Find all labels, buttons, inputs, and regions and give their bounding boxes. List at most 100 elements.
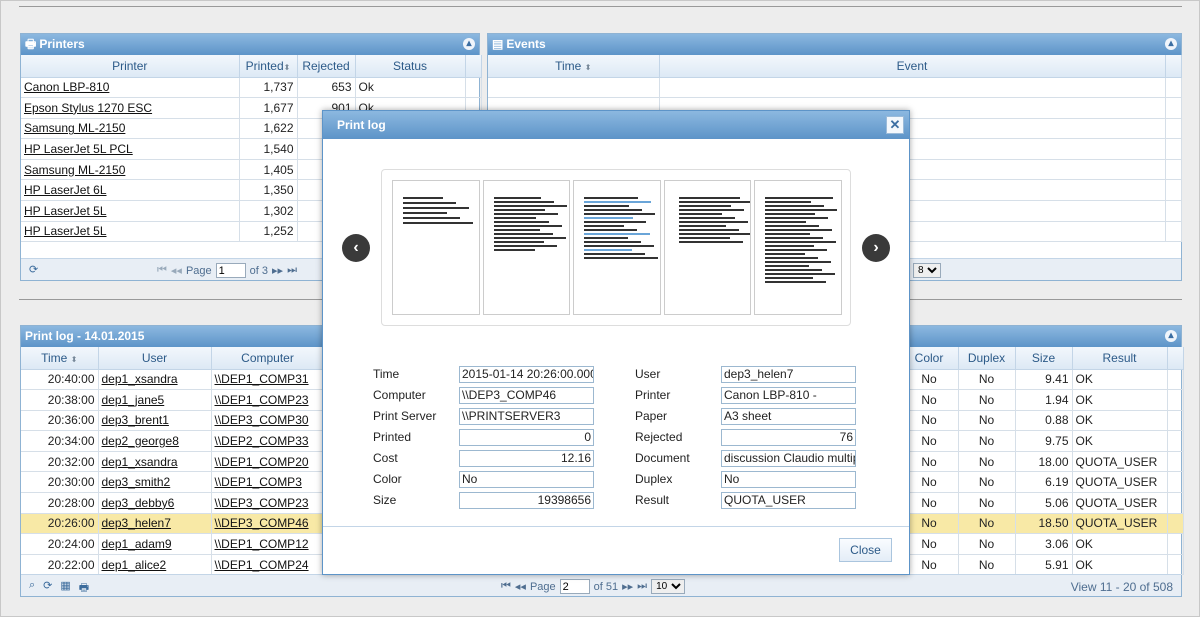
time-cell: 20:38:00	[21, 389, 99, 411]
col-duplex[interactable]: Duplex	[958, 347, 1016, 370]
computer-link[interactable]: \\DEP1_COMP24	[211, 554, 325, 576]
printer-name[interactable]: Canon LBP-810	[21, 77, 240, 99]
result-cell: OK	[1072, 554, 1168, 576]
collapse-icon[interactable]: ▴	[1165, 38, 1177, 50]
col-result[interactable]: Result	[1072, 347, 1168, 370]
prev-page-icon[interactable]: ◂◂	[171, 264, 182, 277]
search-icon[interactable]: ⌕	[29, 579, 35, 598]
field-value[interactable]: QUOTA_USER	[721, 491, 856, 509]
printer-name[interactable]: HP LaserJet 5L PCL	[21, 138, 240, 160]
printer-name[interactable]: Epson Stylus 1270 ESC	[21, 97, 240, 119]
user-link[interactable]: dep1_xsandra	[98, 369, 212, 391]
last-page-icon[interactable]: ⏭	[287, 264, 297, 277]
user-link[interactable]: dep1_xsandra	[98, 451, 212, 473]
export-icon[interactable]: ▦	[60, 579, 70, 598]
scroll-cell	[1167, 410, 1184, 432]
first-page-icon[interactable]: ⏮	[157, 264, 167, 277]
user-link[interactable]: dep3_helen7	[98, 513, 212, 535]
col-time[interactable]: Time ⬍	[488, 55, 660, 78]
field-value[interactable]: dep3_helen7	[721, 365, 856, 383]
carousel-prev-icon[interactable]: ‹	[342, 234, 370, 262]
collapse-icon[interactable]: ▴	[463, 38, 475, 50]
page-size-select[interactable]: 8	[913, 263, 941, 278]
page-count: of 51	[593, 580, 619, 593]
field-value[interactable]: \\DEP3_COMP46	[459, 386, 594, 404]
col-printer[interactable]: Printer	[21, 55, 240, 78]
computer-link[interactable]: \\DEP3_COMP23	[211, 492, 325, 514]
thumbnail-line	[765, 269, 823, 271]
thumbnail-line	[403, 222, 473, 224]
page-thumbnail[interactable]	[392, 180, 480, 315]
printer-name[interactable]: Samsung ML-2150	[21, 159, 240, 181]
first-page-icon[interactable]: ⏮	[501, 580, 511, 593]
thumbnail-line	[765, 233, 811, 235]
user-link[interactable]: dep2_george8	[98, 430, 212, 452]
printer-name[interactable]: HP LaserJet 6L	[21, 179, 240, 202]
computer-link[interactable]: \\DEP1_COMP20	[211, 451, 325, 473]
last-page-icon[interactable]: ⏭	[637, 580, 647, 593]
field-value[interactable]: 2015-01-14 20:26:00.000	[459, 365, 594, 383]
carousel-next-icon[interactable]: ›	[862, 234, 890, 262]
field-value[interactable]: 19398656	[459, 491, 594, 509]
field-value[interactable]: A3 sheet	[721, 407, 856, 425]
printer-name[interactable]: Samsung ML-2150	[21, 118, 240, 140]
page-size-select[interactable]: 10	[651, 579, 686, 594]
computer-link[interactable]: \\DEP3_COMP30	[211, 410, 325, 432]
col-printed[interactable]: Printed⬍	[239, 55, 298, 78]
refresh-icon[interactable]: ⟳	[29, 263, 38, 276]
printlog-pager: ⌕ ⟳ ▦ 🖶 ⏮ ◂◂ Page of 51 ▸▸ ⏭ 10 View 11 …	[21, 574, 1181, 596]
page-input[interactable]	[559, 579, 590, 594]
page-thumbnail[interactable]	[663, 180, 752, 315]
dialog-title: Print log	[337, 118, 386, 132]
print-icon[interactable]: 🖶	[79, 579, 89, 598]
page-thumbnail[interactable]	[754, 180, 842, 315]
col-rejected[interactable]: Rejected	[297, 55, 356, 78]
field-value[interactable]: 12.16	[459, 449, 594, 467]
computer-link[interactable]: \\DEP3_COMP46	[211, 513, 325, 535]
user-link[interactable]: dep3_brent1	[98, 410, 212, 432]
next-page-icon[interactable]: ▸▸	[272, 264, 283, 277]
table-row[interactable]: Canon LBP-810 1,737 653 Ok	[21, 77, 482, 99]
col-size[interactable]: Size	[1015, 347, 1073, 370]
printer-name[interactable]: HP LaserJet 5L	[21, 221, 240, 243]
computer-link[interactable]: \\DEP1_COMP12	[211, 533, 325, 555]
time-cell: 20:28:00	[21, 492, 99, 514]
col-time[interactable]: Time ⬍	[21, 347, 99, 370]
user-link[interactable]: dep1_jane5	[98, 389, 212, 411]
col-event[interactable]: Event	[659, 55, 1166, 78]
scroll-cell	[1167, 492, 1184, 514]
page-thumbnail[interactable]	[482, 180, 571, 315]
col-user[interactable]: User	[98, 347, 212, 370]
close-button[interactable]: Close	[839, 538, 892, 562]
user-link[interactable]: dep3_debby6	[98, 492, 212, 514]
field-value[interactable]: \\PRINTSERVER3	[459, 407, 594, 425]
thumbnail-line	[403, 207, 469, 209]
refresh-icon[interactable]: ⟳	[43, 579, 52, 598]
col-status[interactable]: Status	[355, 55, 466, 78]
field-value[interactable]: discussion Claudio multipl	[721, 449, 856, 467]
printer-name[interactable]: HP LaserJet 5L	[21, 200, 240, 222]
field-value[interactable]: No	[721, 470, 856, 488]
collapse-icon[interactable]: ▴	[1165, 330, 1177, 342]
thumbnail-line	[765, 209, 838, 211]
page-thumbnail[interactable]	[573, 180, 661, 315]
field-value[interactable]: No	[459, 470, 594, 488]
page-input[interactable]	[215, 263, 246, 278]
duplex-cell: No	[958, 533, 1016, 555]
prev-page-icon[interactable]: ◂◂	[515, 580, 526, 593]
computer-link[interactable]: \\DEP1_COMP23	[211, 389, 325, 411]
close-icon[interactable]: ✕	[886, 116, 904, 134]
col-computer[interactable]: Computer	[211, 347, 325, 370]
user-link[interactable]: dep1_alice2	[98, 554, 212, 576]
computer-link[interactable]: \\DEP2_COMP33	[211, 430, 325, 452]
field-value[interactable]: 0	[459, 428, 594, 446]
next-page-icon[interactable]: ▸▸	[622, 580, 633, 593]
field-value[interactable]: Canon LBP-810 -	[721, 386, 856, 404]
user-link[interactable]: dep3_smith2	[98, 471, 212, 494]
user-link[interactable]: dep1_adam9	[98, 533, 212, 555]
thumbnail-line	[765, 253, 806, 255]
field-value[interactable]: 76	[721, 428, 856, 446]
thumbnail-line	[584, 205, 630, 207]
computer-link[interactable]: \\DEP1_COMP31	[211, 369, 325, 391]
computer-link[interactable]: \\DEP1_COMP3	[211, 471, 325, 494]
